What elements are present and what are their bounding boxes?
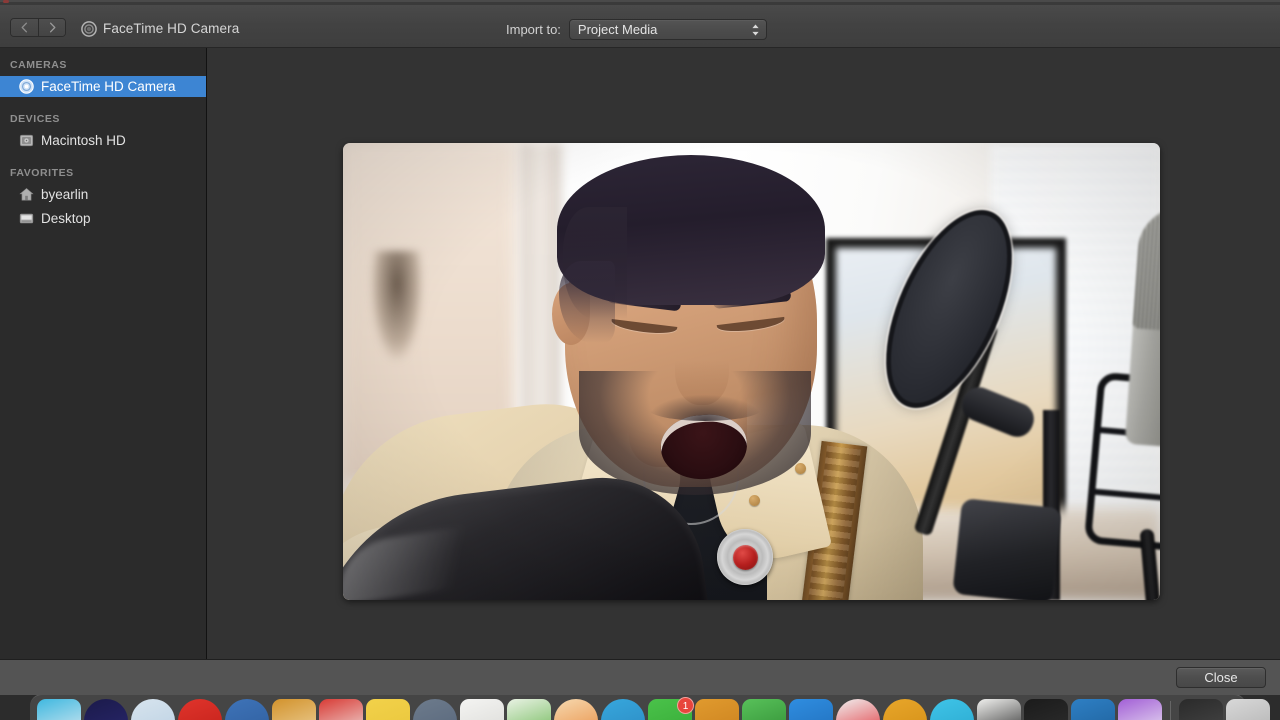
home-icon <box>18 187 34 203</box>
sidebar-item-label: Desktop <box>41 211 91 226</box>
dock-item-music[interactable] <box>836 699 880 720</box>
dock-item-downloads-folder[interactable] <box>1179 699 1223 720</box>
dock-item-keynote[interactable] <box>977 699 1021 720</box>
camera-icon <box>81 21 97 37</box>
dock-separator <box>1170 701 1171 720</box>
dock-item-terminal-small[interactable] <box>742 699 786 720</box>
dock-item-notes[interactable] <box>272 699 316 720</box>
sidebar-section-header-devices: DEVICES <box>10 113 60 125</box>
dock-item-final-cut-pro[interactable] <box>883 699 927 720</box>
dock-item-stickies[interactable] <box>366 699 410 720</box>
dock-item-reminders[interactable] <box>319 699 363 720</box>
camera-icon <box>18 79 34 95</box>
dock-item-app-store[interactable] <box>789 699 833 720</box>
import-to-select[interactable]: Project Media <box>568 19 767 40</box>
sidebar-section-header-favorites: FAVORITES <box>10 167 74 179</box>
sidebar-item-facetime-hd-camera[interactable]: FaceTime HD Camera <box>0 76 206 97</box>
dock-badge: 1 <box>677 697 694 714</box>
dock-item-safari[interactable] <box>131 699 175 720</box>
forward-button[interactable] <box>38 19 65 36</box>
dock-item-motion[interactable] <box>1118 699 1162 720</box>
window-toolbar: FaceTime HD Camera Import to: Project Me… <box>0 5 1280 48</box>
dock-item-messages[interactable]: 1 <box>648 697 694 720</box>
chevron-right-icon <box>49 22 55 33</box>
dock-item-pages[interactable] <box>460 699 504 720</box>
dock-item-trash[interactable] <box>1226 699 1270 720</box>
screen: FaceTime HD Camera Import to: Project Me… <box>0 0 1280 720</box>
sidebar-item-desktop[interactable]: Desktop <box>0 208 206 229</box>
window-title: FaceTime HD Camera <box>103 21 240 36</box>
window-body: CAMERAS FaceTime HD Camera DEVICES Macin… <box>0 48 1280 659</box>
dock-item-mail[interactable] <box>178 699 222 720</box>
record-button-icon <box>732 544 758 570</box>
import-to-value: Project Media <box>577 22 658 37</box>
sidebar: CAMERAS FaceTime HD Camera DEVICES Macin… <box>0 48 207 659</box>
window-close-dot[interactable] <box>3 0 9 3</box>
dock-item-itunes[interactable] <box>601 699 645 720</box>
dock-item-numbers[interactable] <box>507 699 551 720</box>
dock-item-finder[interactable] <box>37 699 81 720</box>
sidebar-section-header-cameras: CAMERAS <box>10 59 67 71</box>
sidebar-item-label: Macintosh HD <box>41 133 126 148</box>
dock-area: 1 <box>0 695 1280 720</box>
chevron-left-icon <box>21 22 28 33</box>
hard-drive-icon <box>18 133 34 149</box>
dock-item-photos[interactable] <box>554 699 598 720</box>
sidebar-item-byearlin[interactable]: byearlin <box>0 184 206 205</box>
dock-item-maps[interactable] <box>413 699 457 720</box>
dock-item-compressor[interactable] <box>930 699 974 720</box>
dock-item-contacts[interactable] <box>225 699 269 720</box>
dock: 1 <box>30 695 1270 720</box>
dock-item-quicktime[interactable] <box>1024 699 1068 720</box>
desktop-folder-icon <box>18 211 34 227</box>
sidebar-item-label: FaceTime HD Camera <box>41 79 176 94</box>
record-button[interactable] <box>717 529 773 585</box>
navigation-segmented-control[interactable] <box>10 18 66 37</box>
dock-item-mail-folder[interactable] <box>695 699 739 720</box>
main-content <box>207 48 1280 659</box>
dock-item-launchpad[interactable] <box>84 699 128 720</box>
import-to-label: Import to: <box>506 22 561 37</box>
sidebar-item-label: byearlin <box>41 187 89 202</box>
window-footer: Close <box>0 659 1280 695</box>
close-button[interactable]: Close <box>1176 667 1266 688</box>
menu-bar-sliver <box>0 0 1280 2</box>
import-to-group: Import to: Project Media <box>506 19 767 40</box>
back-button[interactable] <box>11 19 38 36</box>
dock-item-xcode[interactable] <box>1071 699 1115 720</box>
chevron-updown-icon <box>751 23 760 36</box>
media-import-window: FaceTime HD Camera Import to: Project Me… <box>0 5 1280 695</box>
sidebar-item-macintosh-hd[interactable]: Macintosh HD <box>0 130 206 151</box>
